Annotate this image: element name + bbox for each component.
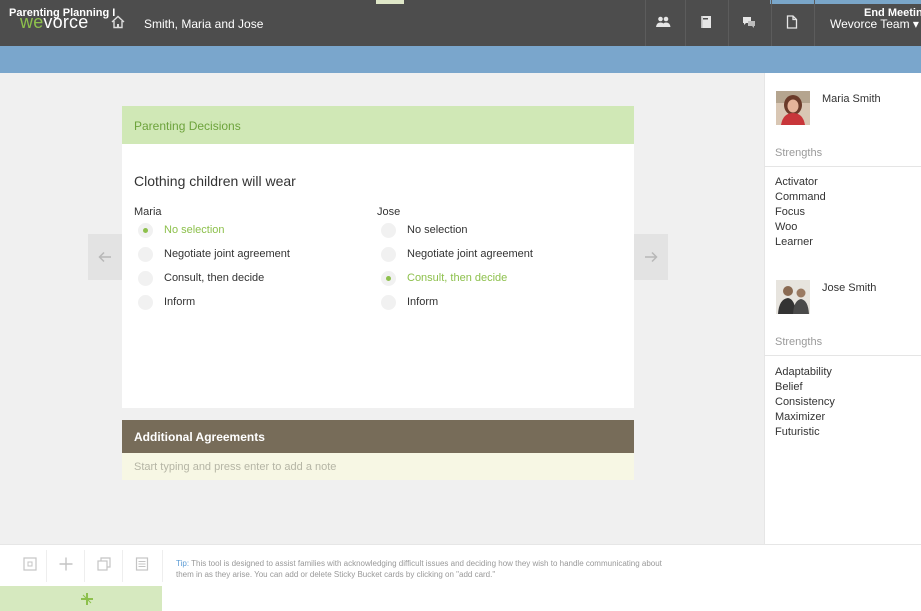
strength-item: Futuristic bbox=[775, 426, 820, 438]
parenting-decisions-card: Parenting Decisions Clothing children wi… bbox=[122, 106, 634, 408]
top-accent-strip bbox=[376, 0, 404, 4]
nav-divider bbox=[771, 0, 772, 46]
fullscreen-icon[interactable] bbox=[22, 556, 38, 572]
nav-divider bbox=[685, 0, 686, 46]
strength-item: Belief bbox=[775, 381, 803, 393]
card-header: Parenting Decisions bbox=[122, 106, 634, 144]
people-icon[interactable] bbox=[655, 14, 671, 30]
add-icon[interactable] bbox=[58, 556, 74, 572]
strength-item: Maximizer bbox=[775, 411, 826, 423]
divider bbox=[764, 166, 921, 167]
next-card-button[interactable] bbox=[634, 234, 668, 280]
strength-item: Consistency bbox=[775, 396, 835, 408]
end-meeting-button[interactable]: End Meeting bbox=[864, 7, 921, 19]
radio-button-selected[interactable] bbox=[138, 223, 153, 238]
arrow-left-icon bbox=[98, 251, 111, 263]
arrow-right-icon bbox=[645, 251, 658, 263]
profile-name-maria: Maria Smith bbox=[822, 93, 881, 105]
toolbar-divider bbox=[46, 550, 47, 582]
radio-button[interactable] bbox=[381, 295, 396, 310]
profile-name-jose: Jose Smith bbox=[822, 282, 877, 294]
toolbar-divider bbox=[84, 550, 85, 582]
option-negotiate-joint-agreement[interactable]: Negotiate joint agreement bbox=[134, 246, 364, 270]
tip-text: Tip: This tool is designed to assist fam… bbox=[176, 559, 662, 579]
strengths-list-jose: Adaptability Belief Consistency Maximize… bbox=[775, 365, 835, 440]
radio-button[interactable] bbox=[381, 223, 396, 238]
strength-item: Adaptability bbox=[775, 366, 832, 378]
chat-icon[interactable] bbox=[741, 14, 757, 30]
meeting-bar bbox=[0, 46, 921, 73]
radio-button[interactable] bbox=[138, 247, 153, 262]
strength-item: Learner bbox=[775, 236, 813, 248]
meeting-title: Parenting Planning I bbox=[9, 7, 116, 19]
maria-options: Maria No selection Negotiate joint agree… bbox=[134, 206, 364, 318]
nav-divider bbox=[814, 0, 815, 46]
additional-agreements-title: Additional Agreements bbox=[134, 430, 265, 444]
nav-divider bbox=[645, 0, 646, 46]
person-name: Maria bbox=[134, 206, 162, 218]
strengths-list-maria: Activator Command Focus Woo Learner bbox=[775, 175, 826, 250]
strength-item: Command bbox=[775, 191, 826, 203]
list-icon[interactable] bbox=[134, 556, 150, 572]
radio-button[interactable] bbox=[381, 247, 396, 262]
notebook-icon[interactable] bbox=[698, 14, 714, 30]
toolbar-divider bbox=[162, 550, 163, 582]
strength-item: Woo bbox=[775, 221, 798, 233]
radio-button-selected[interactable] bbox=[381, 271, 396, 286]
card-title: Parenting Decisions bbox=[134, 119, 241, 133]
divider bbox=[764, 355, 921, 356]
top-nav-bar bbox=[0, 0, 921, 46]
option-no-selection[interactable]: No selection bbox=[377, 222, 607, 246]
add-note-input[interactable] bbox=[122, 453, 634, 480]
top-accent-strip-team bbox=[770, 0, 921, 4]
add-card-icon bbox=[81, 593, 93, 605]
option-consult-then-decide[interactable]: Consult, then decide bbox=[377, 270, 607, 294]
option-consult-then-decide[interactable]: Consult, then decide bbox=[134, 270, 364, 294]
additional-agreements-header: Additional Agreements bbox=[122, 420, 634, 453]
radio-button[interactable] bbox=[138, 271, 153, 286]
jose-options: Jose No selection Negotiate joint agreem… bbox=[377, 206, 607, 318]
add-card-button[interactable] bbox=[0, 586, 162, 611]
document-icon[interactable] bbox=[784, 14, 800, 30]
option-no-selection[interactable]: No selection bbox=[134, 222, 364, 246]
decision-question: Clothing children will wear bbox=[134, 173, 296, 189]
option-inform[interactable]: Inform bbox=[377, 294, 607, 318]
team-menu[interactable]: Wevorce Team ▾ bbox=[830, 17, 919, 31]
copy-icon[interactable] bbox=[96, 556, 112, 572]
strengths-label: Strengths bbox=[775, 147, 823, 159]
avatar-maria bbox=[776, 91, 810, 125]
strength-item: Focus bbox=[775, 206, 805, 218]
option-negotiate-joint-agreement[interactable]: Negotiate joint agreement bbox=[377, 246, 607, 270]
avatar-jose bbox=[776, 280, 810, 314]
strengths-label: Strengths bbox=[775, 336, 823, 348]
option-inform[interactable]: Inform bbox=[134, 294, 364, 318]
toolbar-divider bbox=[122, 550, 123, 582]
previous-card-button[interactable] bbox=[88, 234, 122, 280]
strength-item: Activator bbox=[775, 176, 818, 188]
nav-divider bbox=[728, 0, 729, 46]
radio-button[interactable] bbox=[138, 295, 153, 310]
case-name[interactable]: Smith, Maria and Jose bbox=[144, 17, 263, 31]
person-name: Jose bbox=[377, 206, 401, 218]
